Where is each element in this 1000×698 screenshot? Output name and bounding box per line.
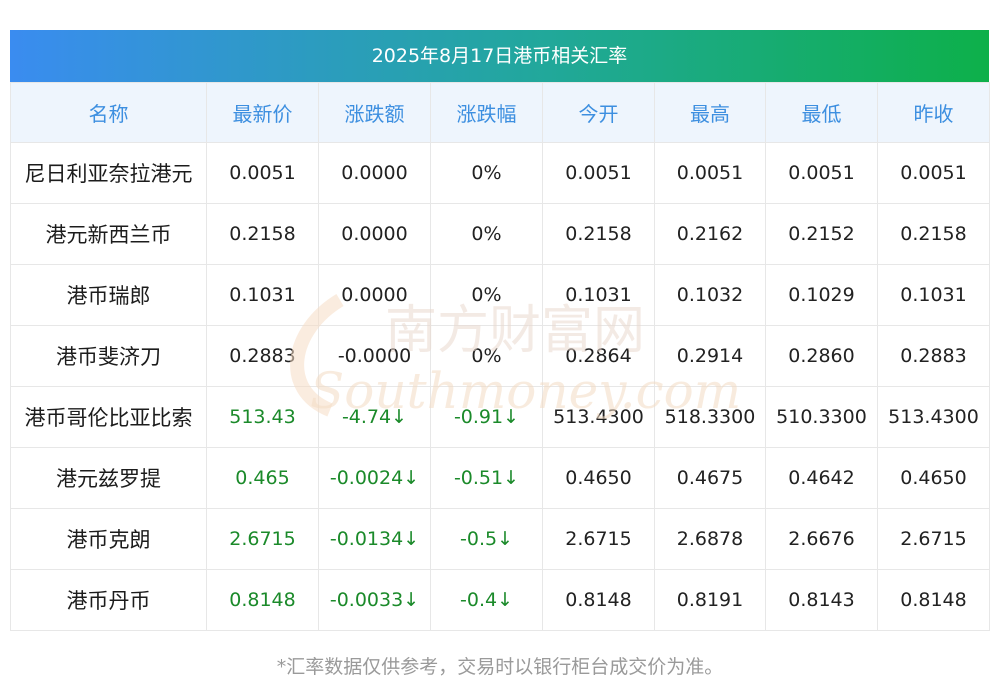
row-latest: 0.0051 [206, 142, 319, 204]
row-low: 2.6676 [765, 508, 878, 570]
table-row: 港币斐济刀 0.2883 -0.0000 0% 0.2864 0.2914 0.2860 0.… [10, 325, 990, 387]
row-open: 0.2864 [542, 325, 655, 387]
row-open: 0.0051 [542, 142, 655, 204]
row-name: 港币瑞郎 [10, 264, 207, 326]
col-low: 最低 [765, 82, 878, 143]
row-low: 0.1029 [765, 264, 878, 326]
row-change-pct: -0.51↓ [430, 447, 543, 509]
row-low: 0.2860 [765, 325, 878, 387]
row-latest: 0.8148 [206, 569, 319, 631]
row-high: 518.3300 [654, 386, 766, 448]
row-change-pct: 0% [430, 325, 543, 387]
col-high: 最高 [654, 82, 766, 143]
row-change-pct: 0% [430, 264, 543, 326]
row-high: 0.2162 [654, 203, 766, 265]
row-change: 0.0000 [318, 142, 431, 204]
row-change: -4.74↓ [318, 386, 431, 448]
row-change: -0.0134↓ [318, 508, 431, 570]
row-low: 0.8143 [765, 569, 878, 631]
row-open: 2.6715 [542, 508, 655, 570]
row-open: 0.8148 [542, 569, 655, 631]
row-prev-close: 513.4300 [877, 386, 990, 448]
col-change-pct: 涨跌幅 [430, 82, 543, 143]
row-name: 港币丹币 [10, 569, 207, 631]
row-name: 港元兹罗提 [10, 447, 207, 509]
row-prev-close: 0.0051 [877, 142, 990, 204]
col-latest: 最新价 [206, 82, 319, 143]
row-name: 港币克朗 [10, 508, 207, 570]
row-change-pct: -0.5↓ [430, 508, 543, 570]
row-change: -0.0033↓ [318, 569, 431, 631]
row-high: 0.0051 [654, 142, 766, 204]
footnote: *汇率数据仅供参考，交易时以银行柜台成交价为准。 [276, 656, 724, 678]
row-open: 0.1031 [542, 264, 655, 326]
table-row: 尼日利亚奈拉港元 0.0051 0.0000 0% 0.0051 0.0051 0.0051… [10, 142, 990, 204]
row-change-pct: 0% [430, 203, 543, 265]
row-name: 港币斐济刀 [10, 325, 207, 387]
col-prev-close: 昨收 [877, 82, 990, 143]
row-open: 0.4650 [542, 447, 655, 509]
row-high: 0.4675 [654, 447, 766, 509]
header-row: 名称 最新价 涨跌额 涨跌幅 今开 最高 最低 昨收 [10, 82, 990, 143]
row-latest: 0.465 [206, 447, 319, 509]
row-latest: 0.2883 [206, 325, 319, 387]
row-latest: 2.6715 [206, 508, 319, 570]
row-high: 0.8191 [654, 569, 766, 631]
row-change: -0.0024↓ [318, 447, 431, 509]
row-open: 513.4300 [542, 386, 655, 448]
row-change: 0.0000 [318, 203, 431, 265]
col-change: 涨跌额 [318, 82, 431, 143]
row-low: 510.3300 [765, 386, 878, 448]
row-low: 0.2152 [765, 203, 878, 265]
row-high: 2.6878 [654, 508, 766, 570]
table-title: 2025年8月17日港币相关汇率 [10, 30, 989, 82]
col-open: 今开 [542, 82, 655, 143]
rate-table: 名称 最新价 涨跌额 涨跌幅 今开 最高 最低 昨收 尼日利亚奈拉港元 0.005… [10, 82, 990, 631]
table-row: 港元兹罗提 0.465 -0.0024↓ -0.51↓ 0.4650 0.4675 0.46… [10, 447, 990, 509]
table-row: 港元新西兰币 0.2158 0.0000 0% 0.2158 0.2162 0.2152 0.… [10, 203, 990, 265]
col-name: 名称 [10, 82, 207, 143]
row-change-pct: -0.4↓ [430, 569, 543, 631]
table-row: 港币瑞郎 0.1031 0.0000 0% 0.1031 0.1032 0.1029 0.10… [10, 264, 990, 326]
row-change: -0.0000 [318, 325, 431, 387]
table-row: 港币哥伦比亚比索 513.43 -4.74↓ -0.91↓ 513.4300 518.33… [10, 386, 990, 448]
row-prev-close: 2.6715 [877, 508, 990, 570]
row-latest: 513.43 [206, 386, 319, 448]
row-change-pct: -0.91↓ [430, 386, 543, 448]
row-name: 尼日利亚奈拉港元 [10, 142, 207, 204]
row-latest: 0.2158 [206, 203, 319, 265]
row-name: 港元新西兰币 [10, 203, 207, 265]
rate-table-card: 2025年8月17日港币相关汇率 名称 最新价 涨跌额 涨跌幅 今开 最高 最低… [10, 30, 990, 631]
row-low: 0.0051 [765, 142, 878, 204]
row-low: 0.4642 [765, 447, 878, 509]
row-open: 0.2158 [542, 203, 655, 265]
row-change: 0.0000 [318, 264, 431, 326]
row-prev-close: 0.1031 [877, 264, 990, 326]
table-row: 港币克朗 2.6715 -0.0134↓ -0.5↓ 2.6715 2.6878 2.667… [10, 508, 990, 570]
row-change-pct: 0% [430, 142, 543, 204]
table-row: 港币丹币 0.8148 -0.0033↓ -0.4↓ 0.8148 0.8191 0.814… [10, 569, 990, 631]
row-prev-close: 0.2158 [877, 203, 990, 265]
row-prev-close: 0.8148 [877, 569, 990, 631]
row-name: 港币哥伦比亚比索 [10, 386, 207, 448]
row-high: 0.2914 [654, 325, 766, 387]
row-prev-close: 0.2883 [877, 325, 990, 387]
row-high: 0.1032 [654, 264, 766, 326]
row-latest: 0.1031 [206, 264, 319, 326]
row-prev-close: 0.4650 [877, 447, 990, 509]
